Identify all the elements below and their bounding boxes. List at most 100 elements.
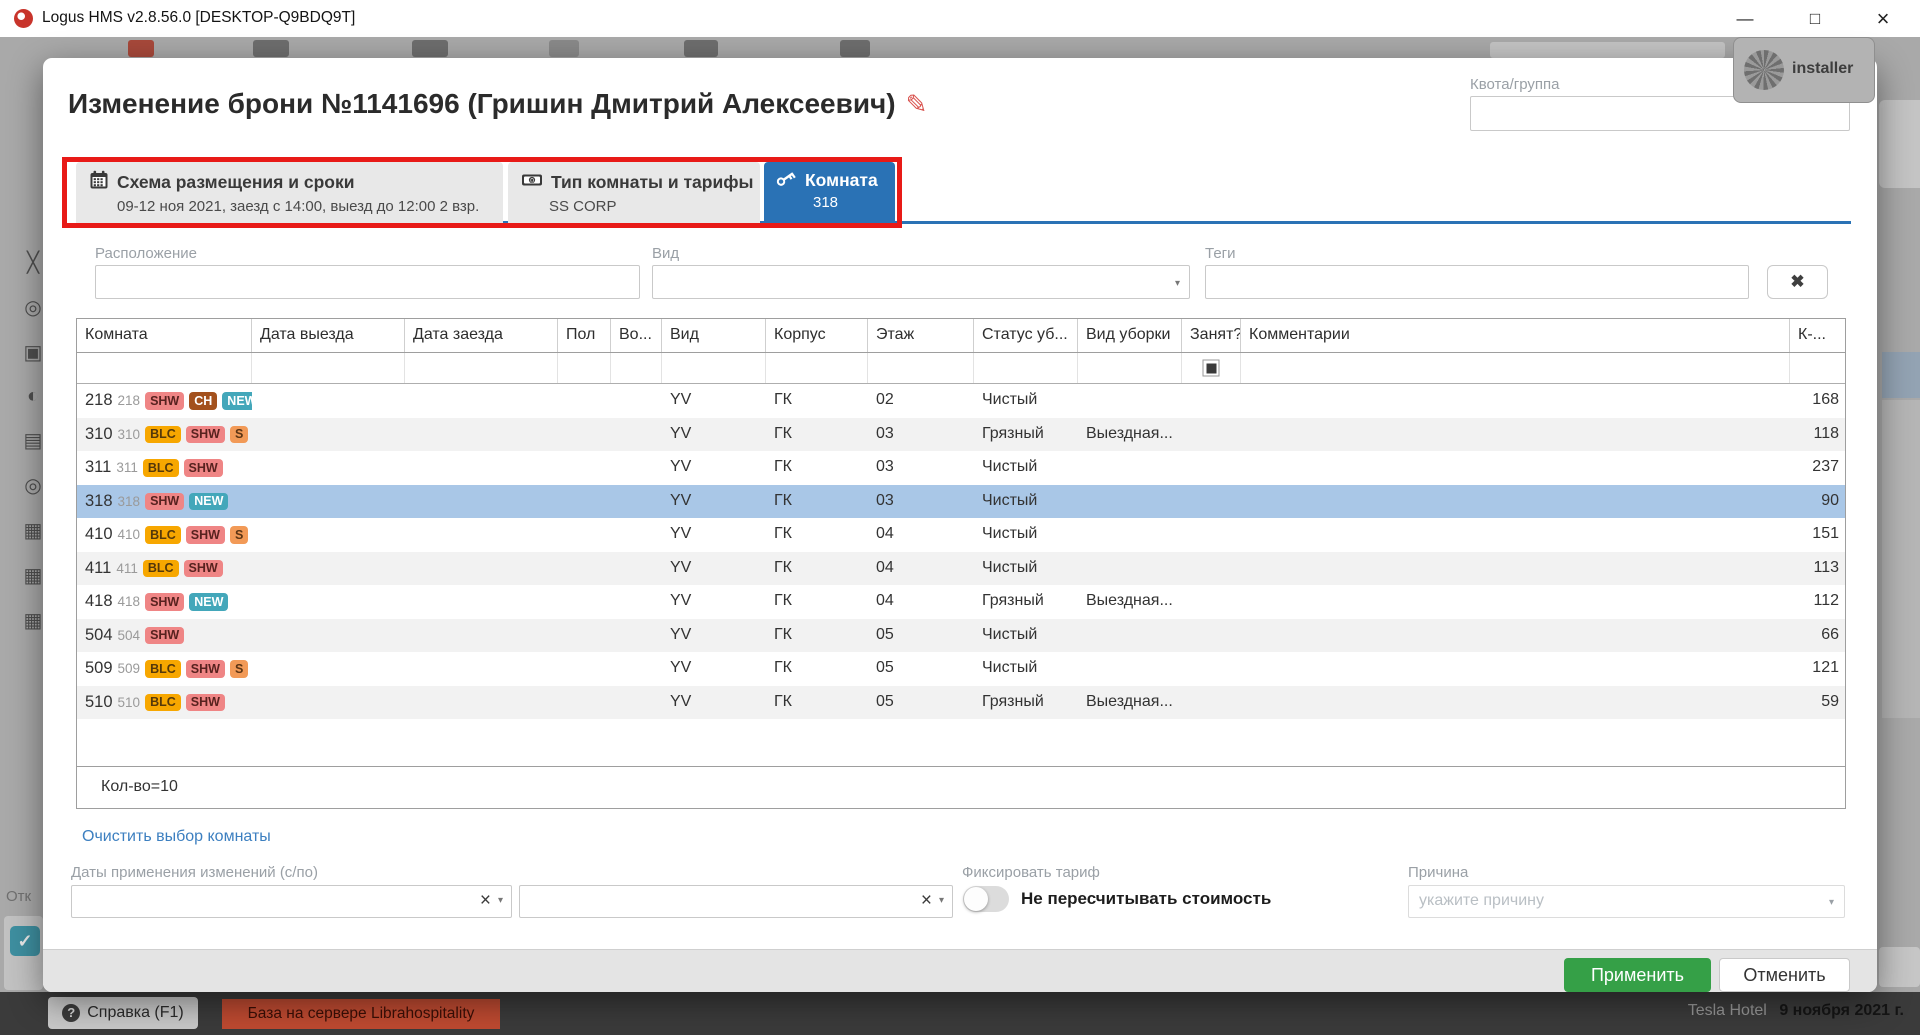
room-tag-badge: SHW [186, 526, 225, 544]
filter-cell [766, 353, 868, 383]
room-number-secondary: 504 [118, 628, 141, 643]
occupied-cell [1182, 619, 1241, 653]
column-header[interactable]: Комментарии [1241, 319, 1790, 352]
checkin-date-cell [405, 652, 558, 686]
reason-select[interactable]: укажите причину ▾ [1408, 885, 1845, 918]
column-header[interactable]: К-... [1790, 319, 1846, 352]
clear-date-icon[interactable]: × [921, 891, 932, 910]
table-row[interactable]: 318318SHWNEWYVГК03Чистый90 [77, 485, 1845, 519]
k-cell: 168 [1790, 384, 1846, 418]
room-number-secondary: 510 [118, 695, 141, 710]
tab-room-type-rates[interactable]: 0 Тип комнаты и тарифы SS CORP [508, 162, 760, 223]
banknote-icon: 0 [521, 170, 543, 195]
dimmed-panel-fragment [1882, 352, 1920, 398]
floor-cell: 04 [868, 518, 974, 552]
edit-pencil-icon[interactable]: ✎ [906, 89, 928, 119]
view-select[interactable] [652, 265, 1190, 299]
k-cell: 66 [1790, 619, 1846, 653]
gender-cell [558, 418, 611, 452]
cancel-button[interactable]: Отменить [1719, 958, 1850, 992]
room-number: 509 [85, 659, 113, 678]
fix-rate-toggle[interactable] [963, 886, 1009, 912]
quota-group-label: Квота/группа [1470, 76, 1560, 93]
apply-button[interactable]: Применить [1564, 958, 1711, 992]
table-row[interactable]: 310310BLCSHWSYVГК03ГрязныйВыездная...118 [77, 418, 1845, 452]
room-tag-badge: CH [189, 392, 217, 410]
column-header[interactable]: Комната [77, 319, 252, 352]
column-header[interactable]: Вид [662, 319, 766, 352]
cleaning-type-cell: Выездная... [1078, 585, 1182, 619]
column-header[interactable]: Пол [558, 319, 611, 352]
clear-room-selection-link[interactable]: Очистить выбор комнаты [82, 828, 271, 846]
view-cell: YV [662, 652, 766, 686]
table-row[interactable]: 418418SHWNEWYVГК04ГрязныйВыездная...112 [77, 585, 1845, 619]
clear-date-icon[interactable]: × [480, 891, 491, 910]
tab-label: Комната [805, 170, 878, 191]
tab-placement-scheme[interactable]: Схема размещения и сроки 09-12 ноя 2021,… [76, 162, 503, 223]
room-number-secondary: 411 [116, 561, 138, 576]
column-header[interactable]: Статус уб... [974, 319, 1078, 352]
table-row[interactable]: 411411BLCSHWYVГК04Чистый113 [77, 552, 1845, 586]
column-header[interactable]: Вид уборки [1078, 319, 1182, 352]
cleaning-type-cell [1078, 518, 1182, 552]
checkout-date-cell [252, 485, 405, 519]
column-header[interactable]: Во... [611, 319, 662, 352]
dimmed-toolbar-icon-fragment [840, 40, 870, 57]
floor-cell: 04 [868, 552, 974, 586]
column-header[interactable]: Дата заезда [405, 319, 558, 352]
gender-cell [558, 518, 611, 552]
tab-room[interactable]: Комната 318 [764, 162, 895, 223]
column-header[interactable]: Дата выезда [252, 319, 405, 352]
table-filter-row [77, 353, 1845, 384]
building-cell: ГК [766, 384, 868, 418]
room-cell: 418418SHWNEW [77, 585, 252, 619]
cleaning-type-cell [1078, 619, 1182, 653]
location-input[interactable] [95, 265, 640, 299]
building-cell: ГК [766, 652, 868, 686]
column-header[interactable]: Этаж [868, 319, 974, 352]
date-from-input[interactable]: × ▾ [71, 885, 512, 918]
filter-cell [974, 353, 1078, 383]
occupied-filter-checkbox[interactable] [1203, 360, 1220, 377]
table-footer-count: Кол-во=10 [76, 766, 1846, 809]
chevron-down-icon[interactable]: ▾ [1175, 278, 1180, 289]
table-row[interactable]: 410410BLCSHWSYVГК04Чистый151 [77, 518, 1845, 552]
column-header[interactable]: Занят? [1182, 319, 1241, 352]
table-row[interactable]: 510510BLCSHWYVГК05ГрязныйВыездная...59 [77, 686, 1845, 720]
k-cell: 118 [1790, 418, 1846, 452]
table-row[interactable]: 311311BLCSHWYVГК03Чистый237 [77, 451, 1845, 485]
chevron-down-icon[interactable]: ▾ [498, 895, 503, 906]
tags-input[interactable] [1205, 265, 1749, 299]
comments-cell [1241, 384, 1790, 418]
table-row[interactable]: 504504SHWYVГК05Чистый66 [77, 619, 1845, 653]
chevron-down-icon[interactable]: ▾ [939, 895, 944, 906]
close-button[interactable]: × [1858, 0, 1908, 37]
occupied-cell [1182, 418, 1241, 452]
filter-cell[interactable] [1182, 353, 1241, 383]
room-cell: 504504SHW [77, 619, 252, 653]
occupied-cell [1182, 585, 1241, 619]
maximize-button[interactable]: □ [1790, 0, 1840, 37]
clean-status-cell: Грязный [974, 585, 1078, 619]
dimmed-panel-fragment [1882, 400, 1920, 718]
column-header[interactable]: Корпус [766, 319, 868, 352]
gender-cell [558, 384, 611, 418]
minimize-button[interactable]: — [1720, 0, 1770, 37]
room-number: 411 [85, 559, 111, 578]
date-to-input[interactable]: × ▾ [519, 885, 953, 918]
cleaning-type-cell [1078, 384, 1182, 418]
comments-cell [1241, 552, 1790, 586]
clear-filters-button[interactable]: ✖ [1767, 265, 1828, 299]
table-row[interactable]: 218218SHWCHNEWYVГК02Чистый168 [77, 384, 1845, 418]
gender-cell [558, 686, 611, 720]
room-number-secondary: 218 [118, 393, 141, 408]
help-button[interactable]: ? Справка (F1) [48, 997, 198, 1029]
table-row[interactable]: 509509BLCSHWSYVГК05Чистый121 [77, 652, 1845, 686]
filter-cell [77, 353, 252, 383]
room-cell: 310310BLCSHWS [77, 418, 252, 452]
filter-cell [1241, 353, 1790, 383]
building-cell: ГК [766, 585, 868, 619]
rooms-table: КомнатаДата выездаДата заездаПолВо...Вид… [76, 318, 1846, 767]
filter-cell [252, 353, 405, 383]
room-tag-badge: BLC [145, 426, 181, 444]
